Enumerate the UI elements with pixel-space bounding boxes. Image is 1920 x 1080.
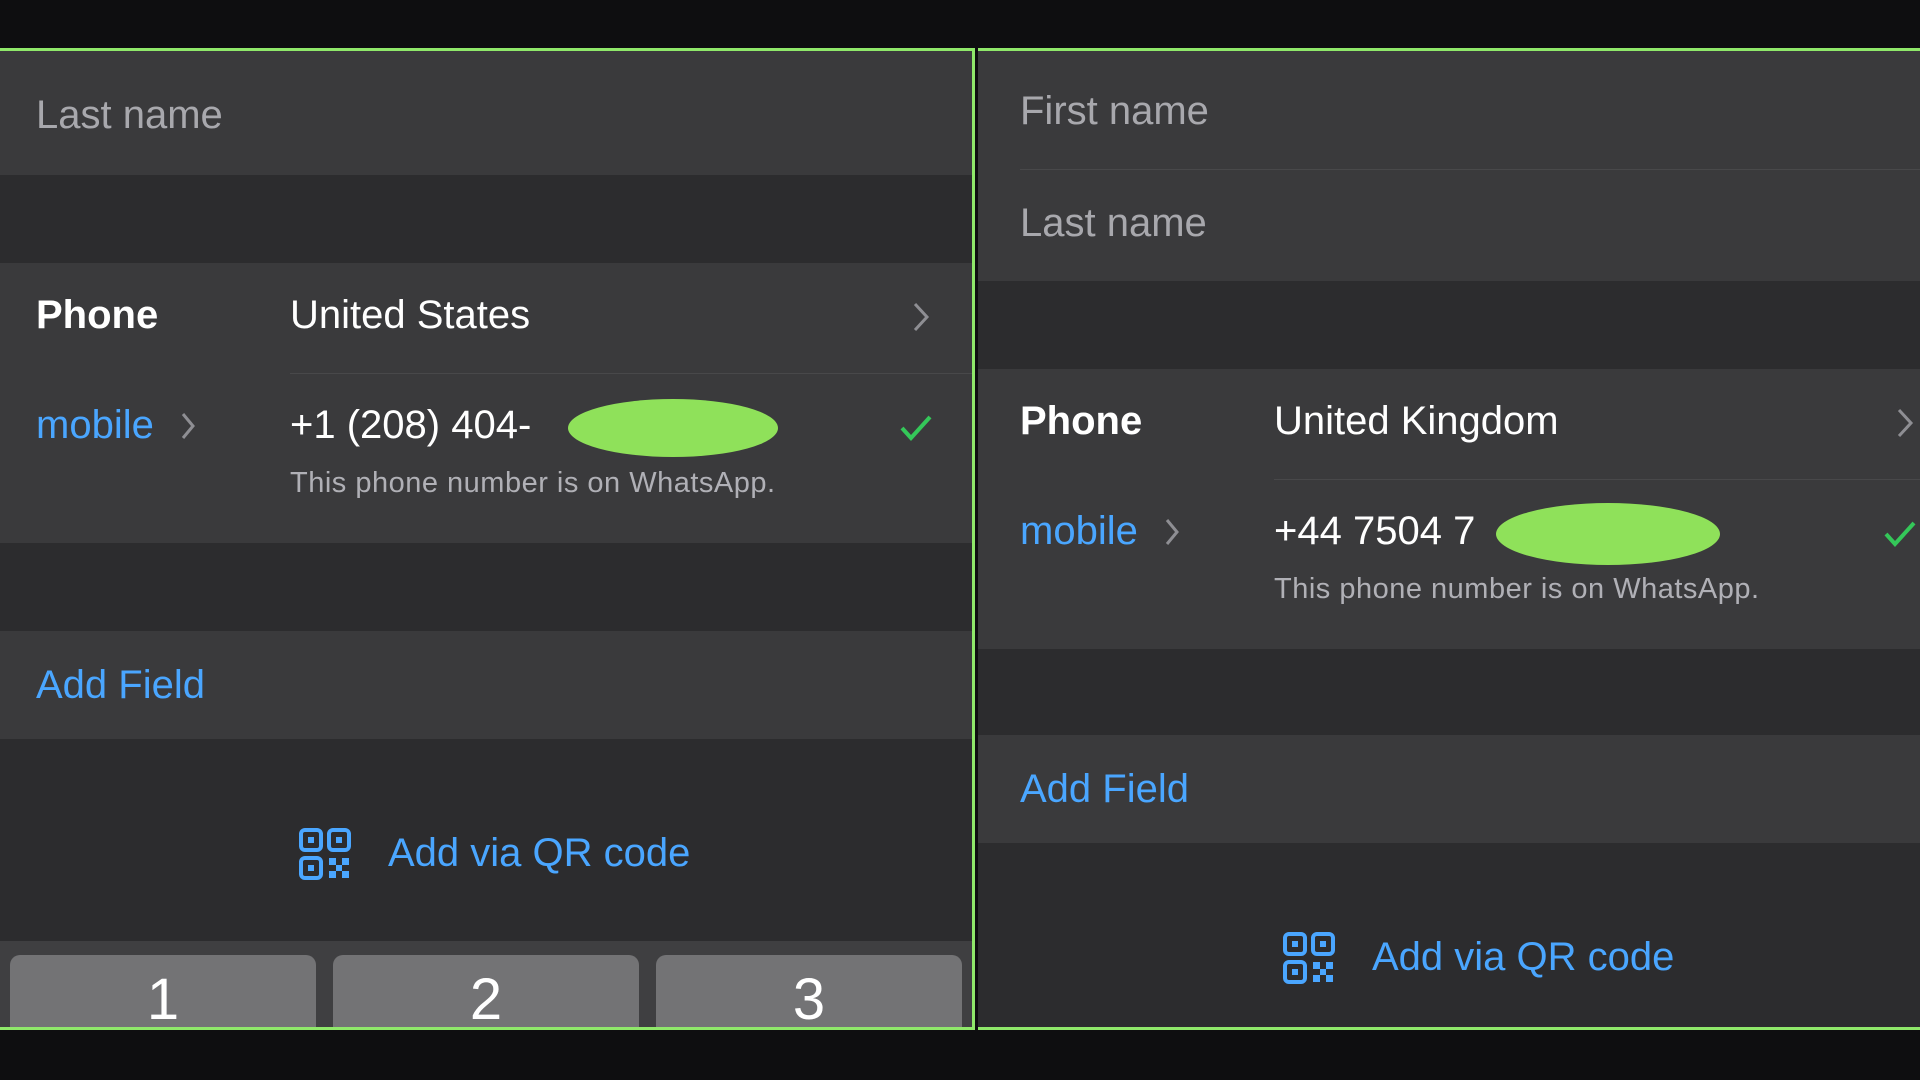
chevron-right-icon[interactable] <box>180 411 196 441</box>
whatsapp-note: This phone number is on WhatsApp. <box>290 467 776 499</box>
add-field-button[interactable]: Add Field <box>36 663 205 708</box>
divider <box>1020 169 1920 170</box>
name-section: First name Last name <box>978 51 1920 281</box>
add-field-row[interactable]: Add Field <box>978 735 1920 843</box>
add-field-row[interactable]: Add Field <box>0 631 972 739</box>
country-selector[interactable]: United Kingdom <box>1274 399 1559 444</box>
qr-code-icon[interactable] <box>298 827 352 881</box>
checkmark-icon <box>1884 521 1916 547</box>
phone-type-selector[interactable]: mobile <box>1020 509 1138 554</box>
whatsapp-note: This phone number is on WhatsApp. <box>1274 573 1760 605</box>
add-via-qr-button[interactable]: Add via QR code <box>1372 935 1674 980</box>
last-name-row[interactable]: Last name <box>0 51 972 175</box>
add-field-button[interactable]: Add Field <box>1020 767 1189 812</box>
qr-code-icon[interactable] <box>1282 931 1336 985</box>
redaction-mark <box>568 399 778 457</box>
divider <box>1274 479 1920 480</box>
last-name-field[interactable]: Last name <box>1020 201 1207 246</box>
last-name-field[interactable]: Last name <box>36 93 223 138</box>
divider <box>290 373 972 374</box>
keypad: 1 2 3 <box>0 941 972 1027</box>
phone-number-input[interactable]: +1 (208) 404- <box>290 403 531 448</box>
keypad-key-3[interactable]: 3 <box>656 955 962 1027</box>
chevron-right-icon[interactable] <box>912 301 930 333</box>
keypad-key-1[interactable]: 1 <box>10 955 316 1027</box>
left-contact-panel: Last name Phone United States mobile +1 … <box>0 48 975 1030</box>
phone-label: Phone <box>36 293 159 337</box>
chevron-right-icon[interactable] <box>1896 407 1914 439</box>
chevron-right-icon[interactable] <box>1164 517 1180 547</box>
phone-section: Phone United Kingdom mobile +44 7504 7 T… <box>978 369 1920 649</box>
country-selector[interactable]: United States <box>290 293 530 338</box>
phone-type-selector[interactable]: mobile <box>36 403 154 448</box>
add-via-qr-button[interactable]: Add via QR code <box>388 831 690 876</box>
keypad-key-2[interactable]: 2 <box>333 955 639 1027</box>
first-name-field[interactable]: First name <box>1020 89 1209 134</box>
phone-number-input[interactable]: +44 7504 7 <box>1274 509 1475 554</box>
phone-section: Phone United States mobile +1 (208) 404-… <box>0 263 972 543</box>
redaction-mark <box>1496 503 1720 565</box>
right-contact-panel: First name Last name Phone United Kingdo… <box>978 48 1920 1030</box>
phone-label: Phone <box>1020 399 1143 443</box>
checkmark-icon <box>900 415 932 441</box>
